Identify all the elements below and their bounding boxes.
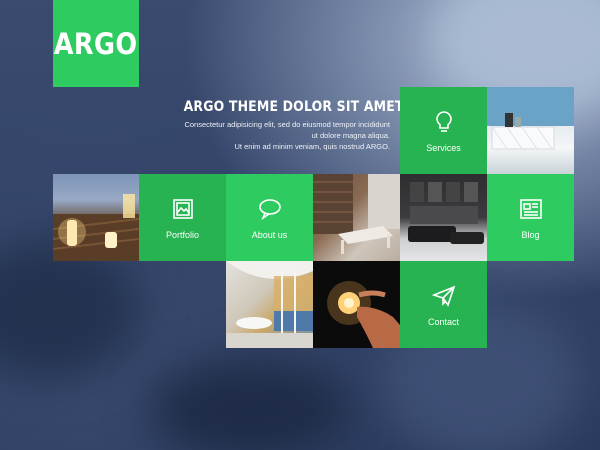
tile-about-us[interactable]: About us [226, 174, 313, 261]
lightbulb-icon [435, 110, 452, 132]
hero-line-1: Consectetur adipisicing elit, sed do eiu… [184, 120, 390, 129]
logo[interactable]: ARGO [53, 0, 139, 87]
newspaper-icon [519, 198, 542, 219]
photo-living-room [400, 174, 487, 261]
hero-line-3: Ut enim ad minim veniam, quis nostrud AR… [234, 142, 390, 151]
paper-plane-icon [431, 285, 455, 307]
photo-terrace [53, 174, 140, 261]
portfolio-label: Portfolio [165, 229, 200, 240]
blog-label: Blog [521, 229, 540, 240]
picture-icon [172, 198, 193, 219]
logo-text: ARGO [54, 26, 138, 61]
about-us-label: About us [251, 229, 288, 240]
tile-services[interactable]: Services [400, 87, 487, 174]
services-label: Services [426, 142, 461, 153]
contact-label: Contact [427, 316, 460, 327]
speech-bubble-icon [258, 198, 281, 220]
photo-modern-room [226, 261, 313, 348]
tile-contact[interactable]: Contact [400, 261, 487, 348]
photo-lightbulb-hand [313, 261, 400, 348]
tile-portfolio[interactable]: Portfolio [139, 174, 226, 261]
hero-title: ARGO THEME DOLOR SIT AMET TELASDE [183, 99, 472, 115]
photo-white-cabinet [487, 87, 574, 174]
tile-blog[interactable]: Blog [487, 174, 574, 261]
hero-line-2: ut dolore magna aliqua. [311, 131, 390, 140]
hero-text: ARGO THEME DOLOR SIT AMET TELASDE Consec… [150, 99, 472, 152]
photo-dining-room [313, 174, 400, 261]
